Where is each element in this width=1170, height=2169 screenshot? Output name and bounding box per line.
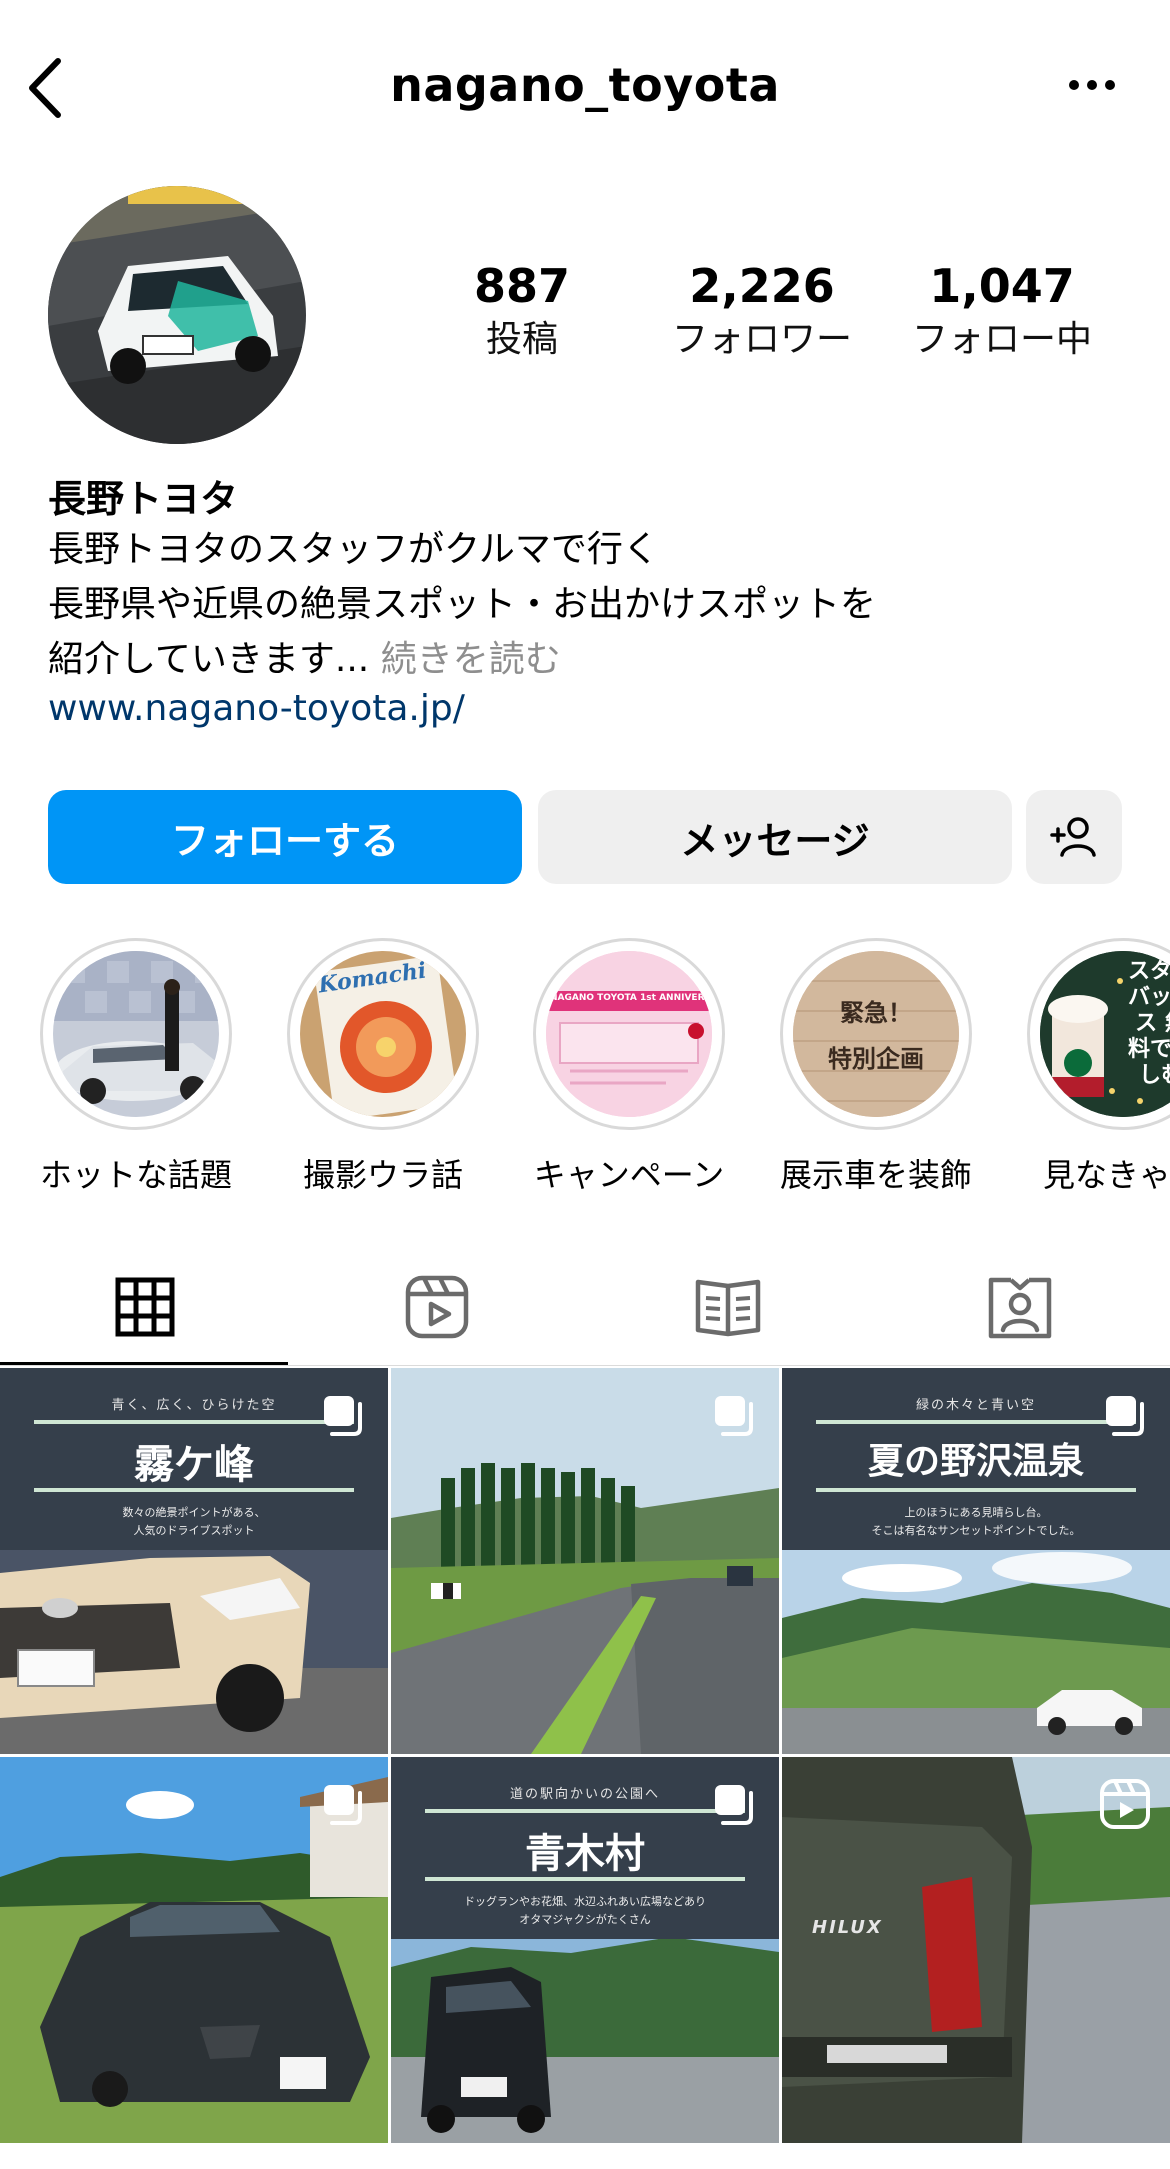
- followers-count-label: フォロワー: [671, 319, 852, 360]
- top-bar: nagano_toyota: [0, 0, 1170, 175]
- profile-username: nagano_toyota: [390, 58, 780, 112]
- post-description-line: 上のほうにある見晴らし台。: [904, 1506, 1048, 1519]
- post-description-line: 数々の絶景ポイントがある、: [122, 1506, 266, 1519]
- divider: [816, 1420, 1136, 1424]
- highlight-campaign[interactable]: NAGANO TOYOTA 1st ANNIVERSARY キャンペーン: [529, 938, 729, 1196]
- highlight-ring: [40, 938, 232, 1130]
- post-description-line: ドッグランやお花畑、水辺ふれあい広場などあり: [464, 1895, 706, 1908]
- profile-avatar[interactable]: [48, 186, 306, 444]
- carousel-icon: [324, 1785, 362, 1825]
- profile-tabs: [0, 1248, 1170, 1366]
- carousel-icon: [715, 1396, 753, 1436]
- highlight-cover-image: スターバックス 無料で楽しむ: [1040, 951, 1170, 1117]
- posts-count-label: 投稿: [485, 319, 558, 360]
- tab-posts-grid[interactable]: [0, 1248, 290, 1366]
- tab-reels[interactable]: [292, 1248, 582, 1366]
- highlight-showroom-decor[interactable]: 緊急！ 特別企画 展示車を装飾: [776, 938, 976, 1196]
- bio-read-more-link[interactable]: 続きを読む: [381, 639, 561, 680]
- highlight-behind-the-scenes[interactable]: Komachi 撮影ウラ話: [283, 938, 483, 1196]
- divider: [34, 1488, 354, 1492]
- post-thumbnail[interactable]: [0, 1757, 388, 2143]
- highlight-label: キャンペーン: [533, 1156, 725, 1194]
- following-count-label: フォロー中: [911, 319, 1092, 360]
- post-badge-text: HILUX: [812, 1917, 883, 1938]
- divider: [425, 1877, 745, 1881]
- post-description-line: そこは有名なサンセットポイントでした。: [871, 1524, 1081, 1537]
- bio-line-text: 紹介していきます...: [48, 639, 370, 680]
- post-thumbnail[interactable]: 青く、広く、ひらけた空 霧ケ峰 数々の絶景ポイントがある、 人気のドライブスポット: [0, 1368, 388, 1754]
- post-title: 夏の野沢温泉: [867, 1441, 1084, 1482]
- post-thumbnail[interactable]: 緑の木々と青い空 夏の野沢温泉 上のほうにある見晴らし台。 そこは有名なサンセット…: [782, 1368, 1170, 1754]
- carousel-icon: [715, 1785, 753, 1825]
- highlight-ring: NAGANO TOYOTA 1st ANNIVERSARY: [533, 938, 725, 1130]
- divider: [425, 1809, 745, 1813]
- post-thumbnail[interactable]: [391, 1368, 779, 1754]
- following-count[interactable]: 1,047 フォロー中: [887, 258, 1117, 366]
- following-count-value: 1,047: [929, 259, 1075, 313]
- highlight-cover-image: [53, 951, 219, 1117]
- add-person-icon: [1050, 817, 1096, 857]
- highlight-label: 見なきゃ損: [1042, 1156, 1170, 1194]
- tab-tagged[interactable]: [875, 1248, 1165, 1366]
- highlight-hot-topics[interactable]: ホットな話題: [36, 938, 236, 1196]
- profile-display-name: 長野トヨタ: [48, 477, 239, 521]
- message-button[interactable]: メッセージ: [538, 790, 1012, 884]
- post-thumbnail[interactable]: 道の駅向かいの公園へ 青木村 ドッグランやお花畑、水辺ふれあい広場などあり オタマ…: [391, 1757, 779, 2143]
- followers-count[interactable]: 2,226 フォロワー: [647, 258, 877, 366]
- highlight-label: ホットな話題: [39, 1156, 232, 1194]
- carousel-icon: [1106, 1396, 1144, 1436]
- grid-icon: [115, 1277, 175, 1337]
- profile-bio: 長野トヨタのスタッフがクルマで行く 長野県や近県の絶景スポット・お出かけスポット…: [48, 522, 1128, 687]
- post-title: 霧ケ峰: [134, 1442, 254, 1488]
- highlight-cover-text: スターバックス 無料で楽しむ: [1127, 959, 1170, 1088]
- post-description: ドッグランやお花畑、水辺ふれあい広場などあり オタマジャクシがたくさん: [391, 1893, 779, 1929]
- posts-grid: 青く、広く、ひらけた空 霧ケ峰 数々の絶景ポイントがある、 人気のドライブスポット: [0, 1368, 1170, 2169]
- highlight-ring: 緊急！ 特別企画: [780, 938, 972, 1130]
- highlight-cover-subtitle: 特別企画: [828, 1045, 924, 1073]
- follow-button[interactable]: フォローする: [48, 790, 522, 884]
- reel-icon: [1100, 1779, 1150, 1829]
- post-description: 数々の絶景ポイントがある、 人気のドライブスポット: [0, 1504, 388, 1540]
- bio-line: 長野県や近県の絶景スポット・お出かけスポットを: [48, 584, 877, 625]
- bio-line: 紹介していきます... 続きを読む: [48, 632, 1128, 687]
- guide-book-icon: [695, 1279, 761, 1337]
- more-options-icon[interactable]: [1062, 70, 1122, 100]
- highlight-cover-title: 緊急！: [840, 999, 912, 1027]
- divider: [816, 1488, 1136, 1492]
- posts-count[interactable]: 887 投稿: [407, 258, 637, 366]
- divider: [34, 1420, 354, 1424]
- post-thumbnail[interactable]: HILUX: [782, 1757, 1170, 2143]
- followers-count-value: 2,226: [689, 259, 835, 313]
- post-description: 上のほうにある見晴らし台。そこは有名なサンセットポイントでした。: [782, 1504, 1170, 1540]
- highlight-ring: スターバックス 無料で楽しむ: [1027, 938, 1170, 1130]
- post-title: 青木村: [525, 1831, 645, 1877]
- highlight-cover-image: 緊急！ 特別企画: [793, 951, 959, 1117]
- highlight-ring: Komachi: [287, 938, 479, 1130]
- highlight-must-see[interactable]: スターバックス 無料で楽しむ 見なきゃ損: [1023, 938, 1170, 1196]
- carousel-icon: [324, 1396, 362, 1436]
- tabs-divider: [0, 1365, 1170, 1366]
- post-description-line: 人気のドライブスポット: [133, 1524, 255, 1537]
- reels-icon: [405, 1275, 469, 1339]
- highlight-cover-image: Komachi: [300, 951, 466, 1117]
- bio-line: 長野トヨタのスタッフがクルマで行く: [48, 529, 659, 570]
- highlight-label: 展示車を装飾: [779, 1156, 972, 1194]
- tagged-person-icon: [988, 1277, 1052, 1339]
- suggest-user-button[interactable]: [1026, 790, 1122, 884]
- highlight-cover-text: NAGANO TOYOTA 1st ANNIVERSARY: [550, 993, 708, 1003]
- post-description-line: オタマジャクシがたくさん: [519, 1913, 651, 1926]
- profile-website-link[interactable]: www.nagano-toyota.jp/: [48, 688, 465, 729]
- posts-count-value: 887: [473, 259, 571, 313]
- highlight-label: 撮影ウラ話: [302, 1156, 463, 1194]
- tab-guides[interactable]: [583, 1248, 873, 1366]
- highlight-cover-image: NAGANO TOYOTA 1st ANNIVERSARY: [546, 951, 712, 1117]
